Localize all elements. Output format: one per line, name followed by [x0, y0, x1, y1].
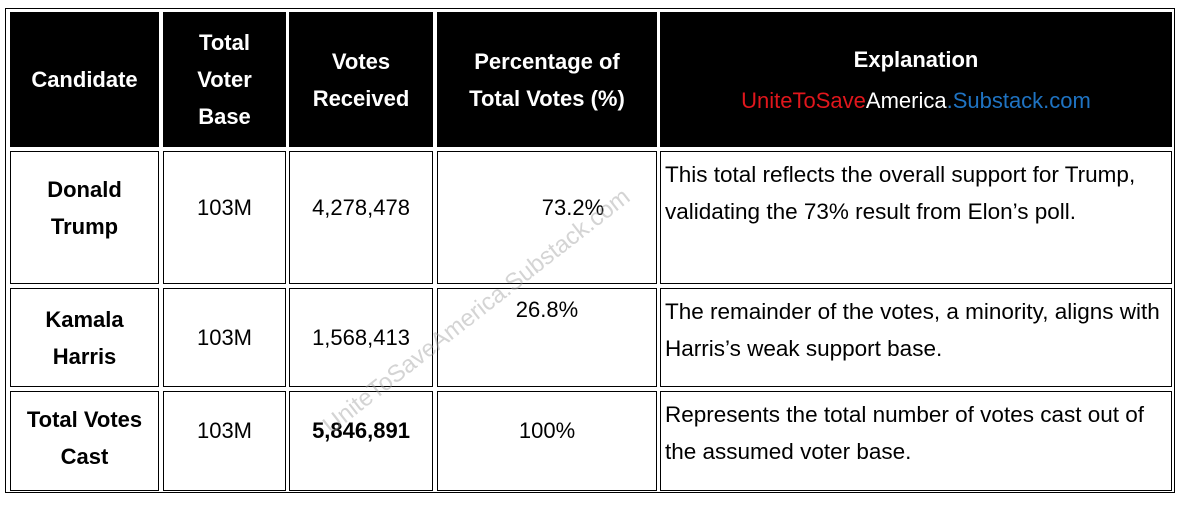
- header-voter-base-line3: Base: [198, 104, 251, 129]
- table-row-total-candidate: Total Votes Cast: [10, 391, 159, 491]
- header-percentage: Percentage of Total Votes (%): [437, 12, 657, 147]
- table-row-harris-votes: 1,568,413: [289, 288, 433, 387]
- brand-part-3: .Substack.com: [946, 87, 1091, 113]
- header-votes-received-line1: Votes: [331, 48, 391, 74]
- table-row-total-votes: 5,846,891: [289, 391, 433, 491]
- candidate-name-line1: Kamala: [45, 306, 124, 332]
- brand-link[interactable]: UniteToSaveAmerica.Substack.com: [741, 82, 1091, 119]
- header-percentage-line1: Percentage of: [474, 48, 620, 74]
- brand-part-1: UniteToSave: [741, 87, 866, 113]
- explanation-text: The remainder of the votes, a minority, …: [665, 299, 1160, 361]
- table-row-total-explanation: Represents the total number of votes cas…: [660, 391, 1172, 491]
- header-voter-base: Total Voter Base: [163, 12, 286, 147]
- table-row-harris-percentage: 26.8%: [437, 288, 657, 387]
- voter-base-value: 103M: [196, 417, 253, 443]
- table-row-total-percentage: 100%: [437, 391, 657, 491]
- candidate-name-line2: Trump: [50, 213, 119, 239]
- candidate-name-line1: Donald: [47, 176, 122, 202]
- voter-base-value: 103M: [196, 325, 253, 350]
- votes-value: 1,568,413: [312, 325, 410, 350]
- voter-base-value: 103M: [196, 195, 253, 220]
- header-votes-received: Votes Received: [289, 12, 433, 147]
- candidate-name-line2: Harris: [52, 343, 117, 369]
- table-row-harris-voter-base: 103M: [163, 288, 286, 387]
- votes-value: 4,278,478: [312, 195, 410, 220]
- votes-value: 5,846,891: [312, 417, 410, 443]
- table-row-harris-candidate: Kamala Harris: [10, 288, 159, 387]
- explanation-text: Represents the total number of votes cas…: [665, 402, 1145, 464]
- header-voter-base-line2: Voter: [197, 67, 252, 92]
- percentage-value: 100%: [518, 417, 576, 443]
- candidate-name-line1: Total Votes: [26, 407, 143, 432]
- header-explanation: Explanation UniteToSaveAmerica.Substack.…: [660, 12, 1172, 147]
- header-explanation-label: Explanation: [853, 46, 979, 72]
- table-row-harris-explanation: The remainder of the votes, a minority, …: [660, 288, 1172, 387]
- percentage-value: 73.2%: [541, 195, 605, 220]
- table-row-total-voter-base: 103M: [163, 391, 286, 491]
- header-candidate-label: Candidate: [31, 67, 138, 92]
- header-percentage-line2: Total Votes (%): [469, 85, 625, 111]
- table-row-trump-explanation: This total reflects the overall support …: [660, 151, 1172, 284]
- header-votes-received-line2: Received: [312, 85, 410, 111]
- brand-part-2: America: [865, 87, 947, 113]
- header-candidate: Candidate: [10, 12, 159, 147]
- table-row-trump-votes: 4,278,478: [289, 151, 433, 284]
- explanation-text: This total reflects the overall support …: [665, 162, 1136, 224]
- table-row-trump-percentage: 73.2%: [437, 151, 657, 284]
- percentage-value: 26.8%: [515, 297, 579, 322]
- table-row-trump-candidate: Donald Trump: [10, 151, 159, 284]
- header-voter-base-line1: Total: [199, 30, 250, 55]
- table-row-trump-voter-base: 103M: [163, 151, 286, 284]
- candidate-name-line2: Cast: [60, 444, 109, 469]
